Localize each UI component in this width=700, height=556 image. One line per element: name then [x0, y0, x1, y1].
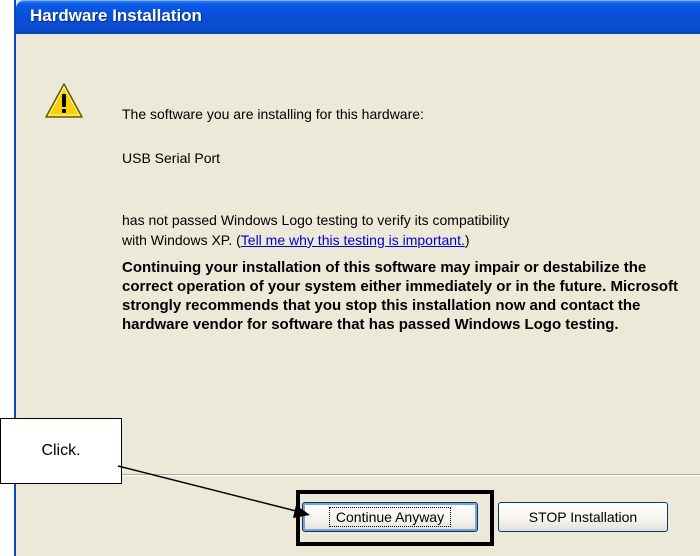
warning-icon: [44, 82, 84, 120]
logo-text-line2-suffix: ): [464, 232, 470, 248]
warning-text: Continuing your installation of this sof…: [122, 259, 678, 333]
logo-testing-text: has not passed Windows Logo testing to v…: [122, 210, 682, 250]
logo-text-line2-prefix: with Windows XP. (: [122, 232, 241, 248]
callout-text: Click.: [41, 442, 81, 459]
click-callout: Click.: [0, 418, 122, 484]
stop-installation-button[interactable]: STOP Installation: [498, 502, 668, 532]
dialog-divider: [106, 474, 700, 476]
logo-text-line1: has not passed Windows Logo testing to v…: [122, 212, 510, 228]
title-bar[interactable]: Hardware Installation: [16, 0, 700, 34]
dialog-title: Hardware Installation: [30, 6, 202, 25]
intro-text: The software you are installing for this…: [122, 106, 424, 122]
device-name: USB Serial Port: [122, 150, 221, 166]
continue-anyway-button[interactable]: Continue Anyway: [302, 502, 478, 532]
continue-anyway-label: Continue Anyway: [328, 507, 452, 527]
tell-me-why-link[interactable]: Tell me why this testing is important.: [241, 232, 465, 248]
